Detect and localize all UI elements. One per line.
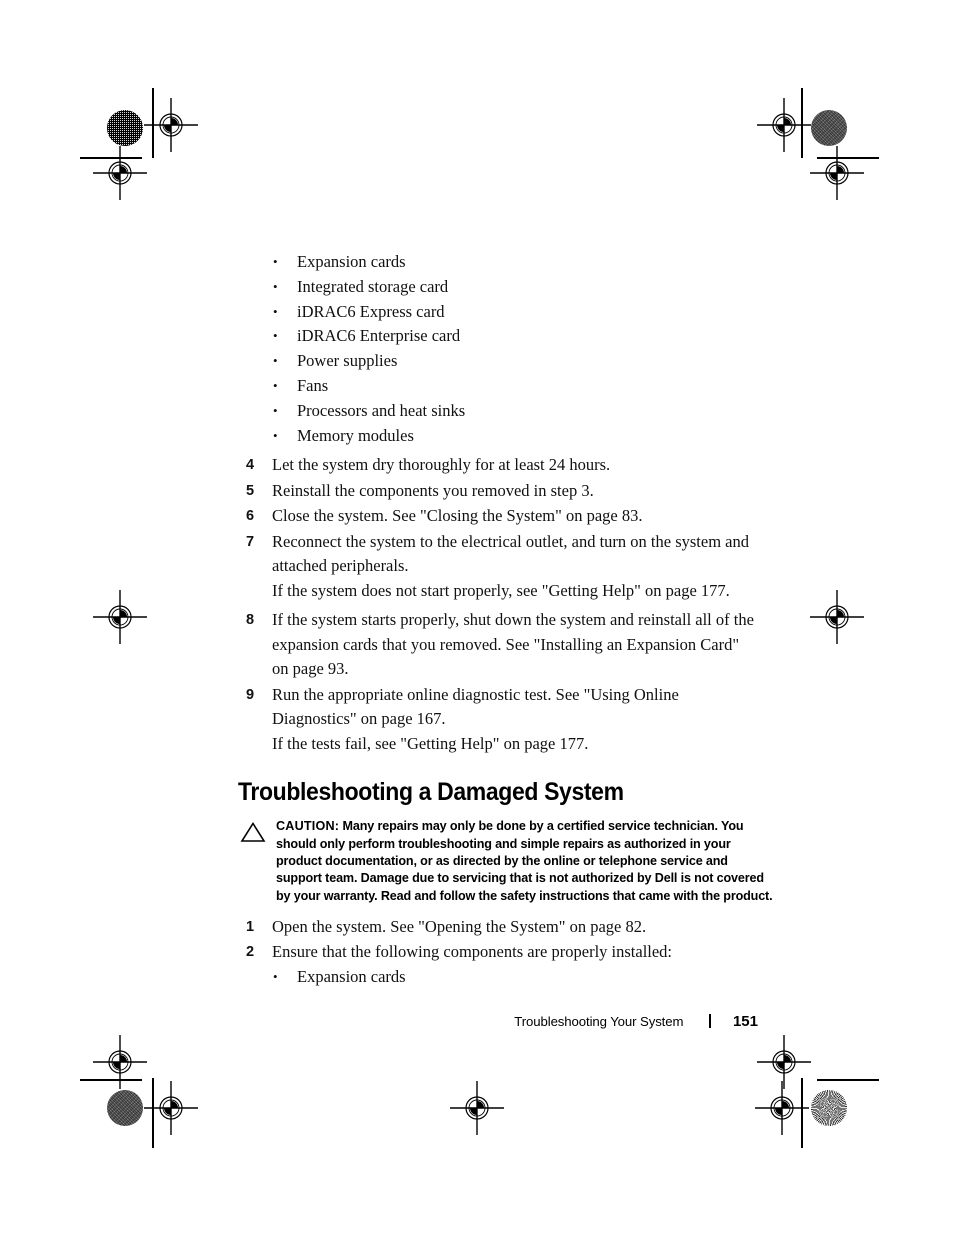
list-item: • Expansion cards <box>238 250 758 275</box>
list-item: • Memory modules <box>238 424 758 449</box>
step-note: If the system does not start properly, s… <box>272 580 730 600</box>
list-item-label: Power supplies <box>297 351 398 371</box>
procedure-steps-4-7: 4 Let the system dry thoroughly for at l… <box>238 453 758 603</box>
registration-mark-top-right-outer <box>810 146 864 200</box>
registration-mark-middle-right <box>810 590 864 644</box>
list-item-label: iDRAC6 Express card <box>297 301 445 321</box>
bullet-icon: • <box>273 353 278 369</box>
caution-text: CAUTION: Many repairs may only be done b… <box>276 818 776 904</box>
halftone-dot-top-right <box>811 110 847 146</box>
bullet-icon: • <box>273 303 278 319</box>
halftone-dot-bottom-right <box>811 1090 847 1126</box>
bullet-icon: • <box>273 254 278 269</box>
footer-chapter-title: Troubleshooting Your System <box>514 1014 684 1029</box>
bullet-icon: • <box>273 278 278 294</box>
step-number: 4 <box>246 457 255 474</box>
bullet-icon: • <box>273 402 278 418</box>
step-text: Run the appropriate online diagnostic te… <box>272 684 679 729</box>
list-item-label: Integrated storage card <box>297 276 449 296</box>
list-item-label: Fans <box>297 375 329 395</box>
registration-mark-bottom-left-inner <box>144 1081 198 1135</box>
bullet-icon: • <box>273 427 278 443</box>
list-item: • Fans <box>238 374 758 399</box>
step-number: 1 <box>246 918 255 935</box>
step-text: Reconnect the system to the electrical o… <box>272 531 749 576</box>
step-text: Reinstall the components you removed in … <box>272 480 594 500</box>
step-text: Close the system. See "Closing the Syste… <box>272 506 643 526</box>
step-item: 8 If the system starts properly, shut do… <box>238 608 758 682</box>
step-item: 7 Reconnect the system to the electrical… <box>238 530 758 579</box>
registration-mark-top-left-outer <box>93 146 147 200</box>
registration-mark-bottom-center <box>450 1081 504 1135</box>
step-text: Open the system. See "Opening the System… <box>272 916 647 936</box>
bullet-icon: • <box>273 377 278 393</box>
halftone-dot-bottom-left <box>107 1090 143 1126</box>
list-item: • Power supplies <box>238 349 758 374</box>
caution-label: CAUTION: <box>276 819 340 834</box>
halftone-dot-top-left <box>107 110 143 146</box>
page-title: Troubleshooting a Damaged System <box>238 778 624 807</box>
footer-separator-rule <box>709 1014 711 1028</box>
list-item: • Processors and heat sinks <box>238 399 758 424</box>
step-number: 2 <box>246 944 255 961</box>
page-number: 151 <box>732 1013 758 1030</box>
step-text: Ensure that the following components are… <box>272 942 673 962</box>
list-item-label: Memory modules <box>297 425 414 445</box>
step-number: 7 <box>246 533 255 550</box>
step-text: If the system starts properly, shut down… <box>272 610 754 679</box>
list-item: • iDRAC6 Express card <box>238 300 758 325</box>
step-item: 1 Open the system. See "Opening the Syst… <box>238 915 758 940</box>
component-bullet-list-top: • Expansion cards • Integrated storage c… <box>238 250 758 448</box>
bullet-icon: • <box>273 328 278 344</box>
step-item: 9 Run the appropriate online diagnostic … <box>238 683 758 732</box>
page-footer: Troubleshooting Your System 151 <box>238 1012 758 1036</box>
trim-line-bottom-left-horizontal <box>80 1079 142 1081</box>
registration-mark-bottom-left-outer <box>93 1035 147 1089</box>
warning-triangle-icon <box>240 822 266 843</box>
list-item: • Integrated storage card <box>238 275 758 300</box>
step-note: If the tests fail, see "Getting Help" on… <box>272 733 589 753</box>
step-item: 6 Close the system. See "Closing the Sys… <box>238 504 758 529</box>
step-number: 9 <box>246 686 255 703</box>
step-item: 4 Let the system dry thoroughly for at l… <box>238 453 758 478</box>
list-item: • Expansion cards <box>238 965 758 990</box>
trim-line-bottom-right-horizontal <box>817 1079 879 1081</box>
list-item-label: iDRAC6 Enterprise card <box>297 326 461 346</box>
step-number: 6 <box>246 508 255 525</box>
registration-mark-middle-left <box>93 590 147 644</box>
step-number: 5 <box>246 482 255 499</box>
step-item: 5 Reinstall the components you removed i… <box>238 479 758 504</box>
list-item: • iDRAC6 Enterprise card <box>238 324 758 349</box>
registration-mark-top-left-inner <box>144 98 198 152</box>
procedure-steps-8-9: 8 If the system starts properly, shut do… <box>238 608 758 756</box>
caution-body: Many repairs may only be done by a certi… <box>276 819 773 903</box>
step-text: Let the system dry thoroughly for at lea… <box>272 455 611 475</box>
bullet-icon: • <box>273 968 278 984</box>
caution-block: CAUTION: Many repairs may only be done b… <box>238 818 776 904</box>
registration-mark-top-right-inner <box>757 98 811 152</box>
list-item-label: Expansion cards <box>297 252 406 271</box>
step-item: 2 Ensure that the following components a… <box>238 940 758 965</box>
page-content: • Expansion cards • Integrated storage c… <box>238 250 773 990</box>
procedure-steps-1-2: 1 Open the system. See "Opening the Syst… <box>238 915 758 965</box>
list-item-label: Processors and heat sinks <box>297 400 466 420</box>
component-bullet-list-bottom: • Expansion cards <box>238 965 758 990</box>
step-number: 8 <box>246 612 255 629</box>
list-item-label: Expansion cards <box>297 966 406 986</box>
registration-mark-bottom-right-left <box>755 1081 809 1135</box>
